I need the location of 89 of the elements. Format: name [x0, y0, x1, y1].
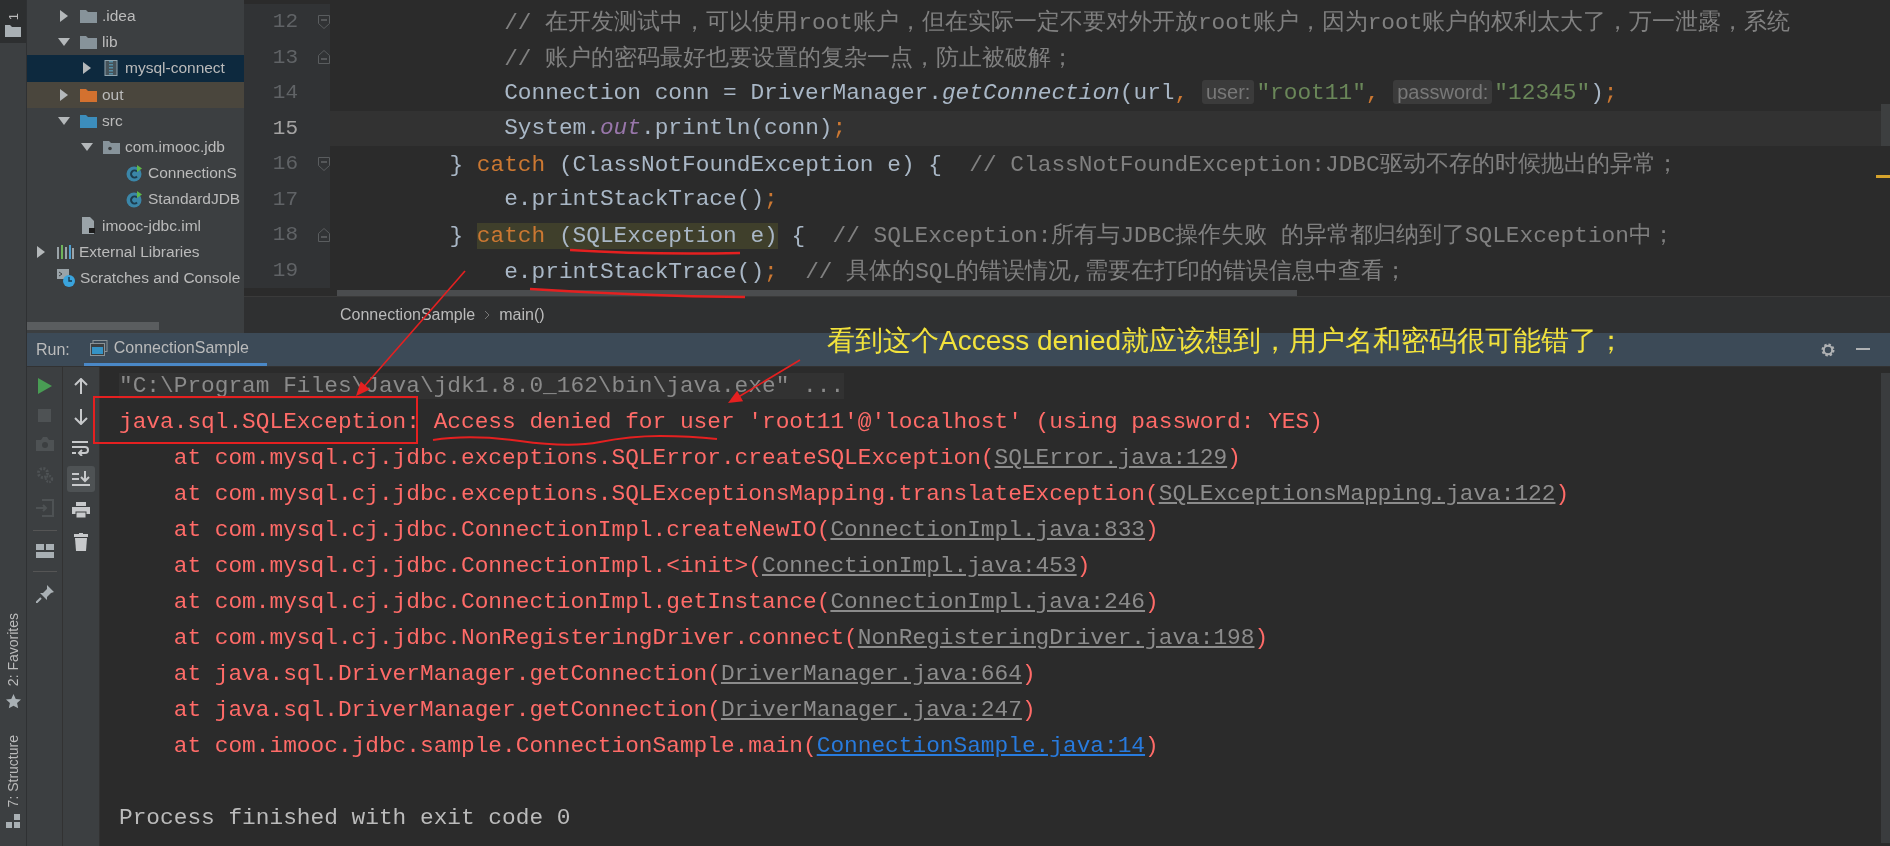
libraries-icon [57, 244, 74, 259]
pin-icon[interactable] [35, 585, 54, 603]
folder-icon [80, 35, 97, 50]
breadcrumb[interactable]: main() [499, 306, 545, 324]
error-text: ) [1254, 625, 1269, 651]
project-tab[interactable]: 1 [0, 0, 26, 43]
file-link[interactable]: NonRegisteringDriver.java:198 [857, 625, 1255, 651]
caret-right-icon[interactable] [81, 62, 93, 75]
annotation-text: 看到这个Access denied就应该想到，用户名和密码很可能错了； [827, 324, 1626, 358]
error-text: at com.imooc.jdbc.sample.ConnectionSample.main( [173, 733, 817, 759]
caret-right-icon[interactable] [58, 10, 70, 23]
tree-item[interactable]: out [27, 81, 244, 108]
error-text: ) [1021, 697, 1036, 723]
code-line: Connection conn = DriverManager.getConnection(url, user: "root11", password: "12345"); [504, 79, 1618, 106]
star-icon [5, 693, 21, 709]
settings-icon[interactable] [1820, 341, 1836, 358]
line-number: 15 [271, 116, 298, 140]
error-text: java.sql.SQLException: Access denied for user 'root11'@'localhost' (using password: YES) [119, 409, 1323, 435]
scrollbar-thumb[interactable] [27, 322, 159, 330]
tree-item[interactable]: src [27, 107, 244, 134]
scrollbar-thumb[interactable] [337, 290, 1297, 296]
tree-item[interactable]: ConnectionS [27, 160, 244, 187]
class-icon [126, 190, 143, 208]
archive-icon [103, 60, 120, 77]
code-line: e.printStackTrace(); // 具体的SQL的错误情况,需要在打印的错误信息中查看； [504, 257, 1407, 286]
error-text: ) [1145, 733, 1159, 759]
error-text: ) [1145, 517, 1159, 543]
soft-wrap-icon[interactable] [72, 440, 90, 456]
tree-item[interactable]: .idea [27, 3, 244, 30]
class-icon [126, 164, 143, 182]
tree-item[interactable]: imooc-jdbc.iml [27, 212, 244, 239]
code-line: // 账户的密码最好也要设置的复杂一点，防止被破解； [504, 44, 1075, 73]
caret-down-icon[interactable] [58, 114, 70, 127]
error-text: at java.sql.DriverManager.getConnection( [173, 661, 721, 687]
scroll-to-end-button[interactable] [67, 466, 95, 492]
code-line: } catch (ClassNotFoundException e) { // ClassNotFoundException:JDBC驱动不存的时候抛出的异常； [449, 151, 1679, 180]
chevron-icon [484, 310, 491, 320]
layout-icon[interactable] [35, 544, 54, 558]
package-icon [103, 140, 120, 155]
error-text: at com.mysql.cj.jdbc.ConnectionImpl.getInstance( [173, 589, 831, 615]
tree-item[interactable]: External Libraries [27, 238, 244, 265]
file-link[interactable]: SQLError.java:129 [994, 445, 1228, 471]
error-text: at com.mysql.cj.jdbc.NonRegisteringDriver.connect( [173, 625, 858, 651]
folder-icon [80, 87, 97, 102]
code-line: e.printStackTrace(); [504, 186, 778, 213]
side-tab[interactable]: 2: Favorites [5, 613, 21, 709]
error-text: at com.mysql.cj.jdbc.ConnectionImpl.createNewIO( [173, 517, 831, 543]
error-text: at com.mysql.cj.jdbc.exceptions.SQLExceptionsMapping.translateException( [173, 481, 1159, 507]
error-text: ) [1076, 553, 1091, 579]
tree-item[interactable]: com.imooc.jdb [27, 133, 244, 161]
code-line: } catch (SQLException e) { // SQLException:所有与JDBC操作失败 的异常都归纳到了SQLException中； [449, 222, 1675, 251]
file-icon [80, 217, 97, 235]
file-link[interactable]: DriverManager.java:247 [720, 697, 1022, 723]
structure-icon [6, 814, 20, 828]
folder-icon [80, 9, 97, 24]
file-link[interactable]: ConnectionImpl.java:453 [762, 553, 1077, 579]
tree-item[interactable]: StandardJDB [27, 186, 244, 213]
run-label: Run: [36, 340, 70, 359]
tree-item[interactable]: Scratches and Console [27, 264, 244, 292]
code-line: // 在开发测试中，可以使用root账户，但在实际一定不要对外开放root账户，因为root账户的权利太大了，万一泄露，系统 [504, 8, 1791, 38]
file-link[interactable]: ConnectionSample.java:14 [816, 733, 1146, 759]
down-arrow-icon[interactable] [74, 409, 88, 425]
error-text: ) [1227, 445, 1241, 471]
file-link[interactable]: DriverManager.java:664 [720, 661, 1022, 687]
error-text: ) [1021, 661, 1036, 687]
up-arrow-icon[interactable] [74, 378, 88, 394]
side-tab[interactable]: 7: Structure [5, 734, 21, 828]
folder-icon [80, 113, 97, 128]
code-line: System.out.println(conn); [504, 115, 847, 142]
file-link[interactable]: ConnectionImpl.java:246 [830, 589, 1146, 615]
console-icon [89, 340, 108, 356]
folder-icon [5, 24, 21, 37]
scratches-icon [57, 268, 75, 287]
error-text: at java.sql.DriverManager.getConnection( [173, 697, 721, 723]
tree-item[interactable]: mysql-connect [27, 55, 244, 82]
caret-right-icon[interactable] [35, 245, 47, 258]
caret-right-icon[interactable] [58, 88, 70, 101]
scroll-to-end-icon [72, 471, 90, 487]
trash-icon[interactable] [74, 533, 88, 551]
file-link[interactable]: SQLExceptionsMapping.java:122 [1158, 481, 1556, 507]
tree-item[interactable]: lib [27, 29, 244, 56]
error-text: at com.mysql.cj.jdbc.ConnectionImpl.<init>( [173, 553, 762, 579]
file-link[interactable]: ConnectionImpl.java:833 [830, 517, 1146, 543]
console-text: Process finished with exit code 0 [119, 805, 571, 831]
error-text: ) [1145, 589, 1159, 615]
run-icon[interactable] [37, 378, 52, 394]
error-text: ) [1555, 481, 1570, 507]
error-text: at com.mysql.cj.jdbc.exceptions.SQLError.createSQLException( [173, 445, 995, 471]
print-icon[interactable] [72, 502, 90, 518]
